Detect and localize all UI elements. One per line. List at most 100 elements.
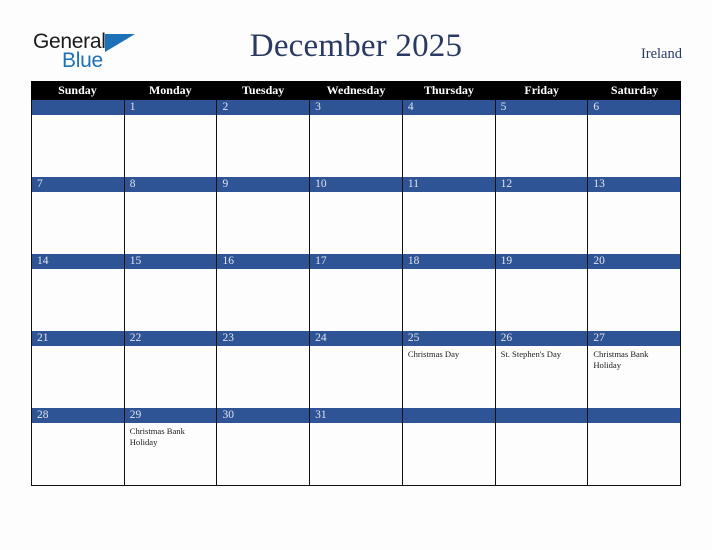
day-events: [125, 269, 217, 331]
calendar-day-cell-23[interactable]: 23: [217, 331, 311, 408]
calendar-day-cell-19[interactable]: 19: [495, 254, 589, 331]
day-events: [403, 115, 495, 177]
day-number: 26: [495, 331, 588, 346]
day-number: 9: [217, 177, 310, 192]
day-events: [32, 192, 124, 254]
day-number: 23: [217, 331, 310, 346]
day-events: Christmas Bank Holiday: [588, 346, 680, 408]
day-events: [125, 192, 217, 254]
weekday-header-friday: Friday: [524, 83, 560, 97]
day-events: [588, 115, 680, 177]
day-events: [496, 269, 588, 331]
calendar-day-cell-empty[interactable]: [495, 408, 589, 485]
calendar-day-cell-21[interactable]: 21: [32, 331, 125, 408]
day-number: 20: [588, 254, 681, 269]
calendar-day-cell-4[interactable]: 4: [402, 100, 496, 177]
calendar-day-cell-13[interactable]: 13: [588, 177, 682, 254]
calendar-day-cell-15[interactable]: 15: [124, 254, 218, 331]
day-number: 24: [310, 331, 402, 346]
day-events: [32, 346, 124, 408]
weekday-header-monday: Monday: [148, 83, 192, 97]
calendar-day-cell-10[interactable]: 10: [310, 177, 403, 254]
calendar-day-cell-31[interactable]: 31: [310, 408, 403, 485]
calendar-day-cell-16[interactable]: 16: [217, 254, 311, 331]
day-number: 19: [495, 254, 588, 269]
day-events: St. Stephen's Day: [496, 346, 588, 408]
calendar-day-cell-empty[interactable]: [402, 408, 496, 485]
calendar-day-cell-20[interactable]: 20: [588, 254, 682, 331]
calendar-grid: Sunday Monday Tuesday Wednesday Thursday Frid…: [31, 81, 682, 486]
day-events: [496, 115, 588, 177]
day-number: 5: [495, 100, 588, 115]
calendar-day-cell-14[interactable]: 14: [32, 254, 125, 331]
calendar-day-cell-26[interactable]: 26 St. Stephen's Day: [495, 331, 589, 408]
country-label: Ireland: [640, 46, 682, 62]
calendar-day-cell-27[interactable]: 27 Christmas Bank Holiday: [588, 331, 682, 408]
calendar-day-cell-empty[interactable]: [588, 408, 682, 485]
calendar-day-cell-6[interactable]: 6: [588, 100, 682, 177]
day-number: 7: [32, 177, 124, 192]
day-events: [310, 269, 402, 331]
calendar-day-cell-30[interactable]: 30: [217, 408, 311, 485]
day-number: [588, 408, 681, 423]
day-number: 30: [217, 408, 310, 423]
weekday-header-row: Sunday Monday Tuesday Wednesday Thursday Frid…: [31, 81, 681, 100]
day-number: 13: [588, 177, 681, 192]
page-title: December 2025: [249, 28, 463, 64]
calendar-day-cell-22[interactable]: 22: [124, 331, 218, 408]
calendar-day-cell-11[interactable]: 11: [402, 177, 496, 254]
calendar-week-row: 21 22 23 24 25 Christmas Day 26 St. Stephen's D…: [31, 331, 682, 408]
calendar-week-row: 123456: [31, 100, 682, 177]
calendar-day-cell-28[interactable]: 28: [32, 408, 125, 485]
day-number: 14: [32, 254, 124, 269]
day-number: [32, 100, 124, 115]
weekday-header-tuesday: Tuesday: [242, 83, 285, 97]
calendar-day-cell-25[interactable]: 25 Christmas Day: [402, 331, 496, 408]
holiday-event: Christmas Bank Holiday: [129, 426, 185, 447]
calendar-day-cell-18[interactable]: 18: [402, 254, 496, 331]
day-number: 11: [402, 177, 495, 192]
calendar-day-cell-17[interactable]: 17: [310, 254, 403, 331]
calendar-weeks: 1 2 3 4 5 6 7 8 9 10 11 12 13 14 15 16 17 18 19 20 21 22 23 24 2…: [31, 100, 682, 486]
calendar-day-cell-2[interactable]: 2: [217, 100, 311, 177]
day-events: [588, 192, 680, 254]
day-number: [402, 408, 495, 423]
day-events: [125, 115, 217, 177]
calendar-day-cell-29[interactable]: 29 Christmas Bank Holiday: [124, 408, 218, 485]
day-number: 29: [124, 408, 217, 423]
weekday-header-wednesday: Wednesday: [326, 83, 386, 97]
day-number: 6: [588, 100, 681, 115]
calendar-day-cell-empty[interactable]: [32, 100, 125, 177]
day-events: [217, 192, 309, 254]
day-number: 1: [124, 100, 217, 115]
day-number: 31: [310, 408, 402, 423]
day-number: 15: [124, 254, 217, 269]
day-number: 22: [124, 331, 217, 346]
holiday-event: Christmas Bank Holiday: [593, 349, 649, 370]
day-number: 21: [32, 331, 124, 346]
page-header: General Blue December 2025 Ireland: [0, 0, 712, 80]
day-number: 10: [310, 177, 402, 192]
calendar-day-cell-24[interactable]: 24: [310, 331, 403, 408]
day-number: [495, 408, 588, 423]
calendar-day-cell-5[interactable]: 5: [495, 100, 589, 177]
day-number: 8: [124, 177, 217, 192]
day-events: [217, 423, 309, 485]
day-number: 18: [402, 254, 495, 269]
calendar-day-cell-12[interactable]: 12: [495, 177, 589, 254]
day-events: [403, 423, 495, 485]
day-events: Christmas Day: [403, 346, 495, 408]
day-events: Christmas Bank Holiday: [125, 423, 217, 485]
calendar-day-cell-7[interactable]: 7: [32, 177, 125, 254]
calendar-day-cell-8[interactable]: 8: [124, 177, 218, 254]
calendar-day-cell-1[interactable]: 1: [124, 100, 218, 177]
day-number: 2: [217, 100, 310, 115]
day-number: 27: [588, 331, 681, 346]
day-events: [588, 269, 680, 331]
day-events: [403, 269, 495, 331]
day-number: 25: [402, 331, 495, 346]
calendar-day-cell-3[interactable]: 3: [310, 100, 403, 177]
day-number: 12: [495, 177, 588, 192]
day-number: 4: [402, 100, 495, 115]
calendar-day-cell-9[interactable]: 9: [217, 177, 311, 254]
